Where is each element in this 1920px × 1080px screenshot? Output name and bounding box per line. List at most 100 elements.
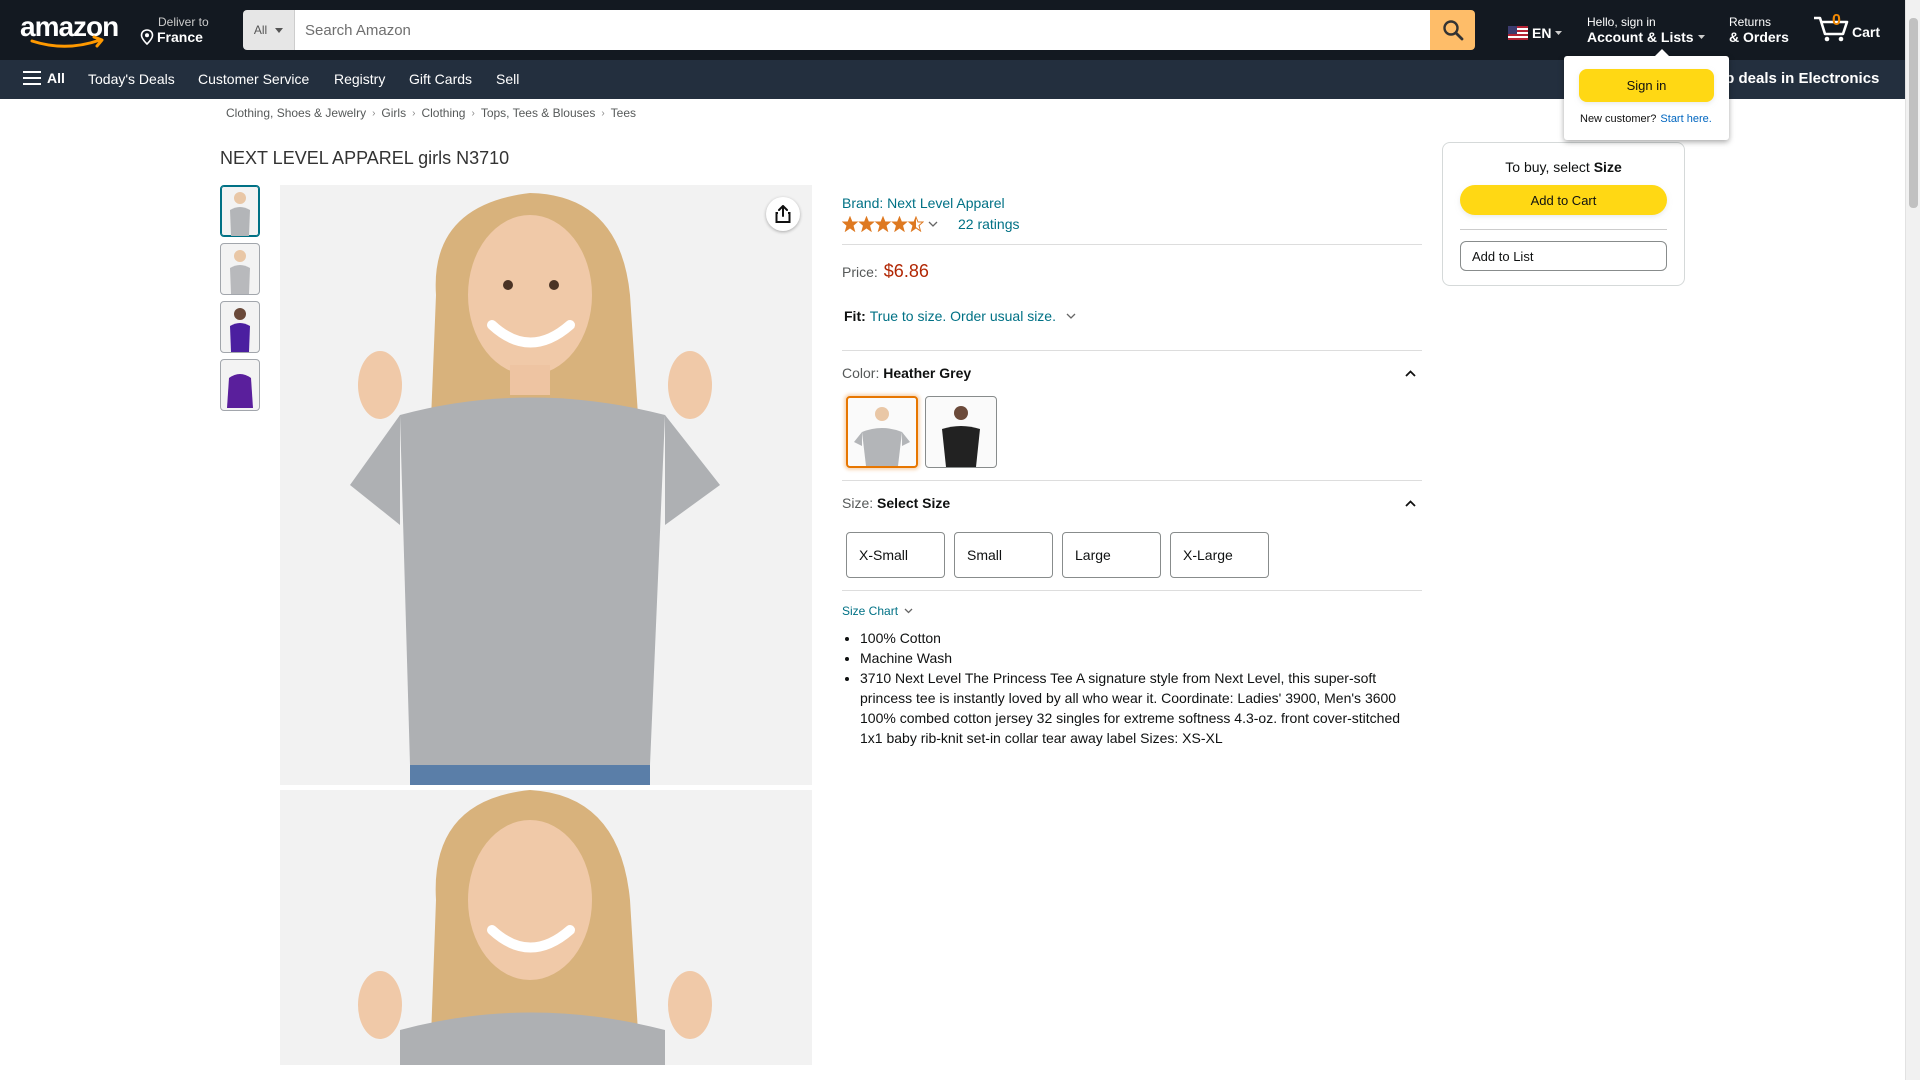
location-pin-icon — [140, 29, 154, 45]
image-thumbnails — [220, 185, 260, 417]
all-menu-button[interactable]: All — [23, 70, 65, 86]
feature-bullet: 100% Cotton — [860, 628, 1422, 648]
chevron-up-icon — [1405, 499, 1416, 507]
main-product-image[interactable] — [280, 185, 812, 785]
cart-count: 0 — [1832, 12, 1841, 29]
product-thumbnail[interactable] — [220, 243, 260, 295]
product-title: NEXT LEVEL APPAREL girls N3710 — [220, 148, 510, 168]
feature-bullet: 3710 Next Level The Princess Tee A signa… — [860, 668, 1422, 748]
sign-in-button[interactable]: Sign in — [1579, 69, 1714, 102]
language-label: EN — [1532, 25, 1552, 41]
nav-sell[interactable]: Sell — [496, 71, 519, 87]
breadcrumb-item[interactable]: Girls — [381, 106, 406, 120]
breadcrumb-item[interactable]: Tees — [611, 106, 636, 120]
color-swatch-black[interactable] — [925, 396, 997, 468]
language-selector[interactable]: EN — [1508, 25, 1563, 41]
brand-link[interactable]: Brand: Next Level Apparel — [842, 195, 1422, 211]
ratings-count-link[interactable]: 22 ratings — [958, 216, 1019, 232]
new-customer-text: New customer? Start here. — [1580, 113, 1712, 125]
caret-down-icon — [1697, 35, 1705, 39]
divider — [842, 590, 1422, 591]
top-header: amazon Deliver to France All Search Amaz… — [0, 0, 1905, 60]
breadcrumb-item[interactable]: Tops, Tees & Blouses — [481, 106, 596, 120]
caret-down-icon — [1555, 31, 1563, 35]
returns-and-orders[interactable]: Returns & Orders — [1729, 15, 1789, 45]
size-chart-label: Size Chart — [842, 604, 899, 618]
search-category-label: All — [253, 23, 268, 37]
feature-bullet: Machine Wash — [860, 648, 1422, 668]
size-section-header[interactable]: Size: Select Size — [842, 495, 1422, 511]
buy-box-prompt: To buy, select Size — [1443, 159, 1684, 175]
divider — [842, 350, 1422, 351]
size-option-small[interactable]: Small — [954, 532, 1053, 578]
fit-value: True to size. Order usual size. — [869, 308, 1056, 324]
scrollbar-thumb[interactable] — [1909, 18, 1918, 208]
cart-icon — [1814, 16, 1849, 42]
new-customer-label: New customer? — [1580, 113, 1657, 125]
size-label: Size: — [842, 495, 874, 511]
product-thumbnail[interactable] — [220, 301, 260, 353]
share-icon — [775, 205, 791, 223]
nav-promo-electronics[interactable]: op deals in Electronics — [1716, 70, 1879, 87]
size-option-x-large[interactable]: X-Large — [1170, 532, 1269, 578]
deliver-country: France — [157, 29, 203, 45]
buy-box-prompt-size: Size — [1593, 159, 1622, 175]
chevron-down-icon — [1066, 313, 1076, 319]
share-button[interactable] — [766, 197, 800, 231]
svg-text:amazon: amazon — [20, 12, 118, 42]
all-menu-label: All — [47, 70, 65, 86]
color-swatches — [846, 396, 1422, 468]
size-option-x-small[interactable]: X-Small — [846, 532, 945, 578]
page-scrollbar[interactable] — [1905, 0, 1920, 1080]
nav-registry[interactable]: Registry — [334, 71, 385, 87]
breadcrumb-separator-icon: › — [412, 107, 416, 119]
breadcrumb: Clothing, Shoes & Jewelry › Girls › Clot… — [226, 106, 636, 120]
size-option-large[interactable]: Large — [1062, 532, 1161, 578]
color-value: Heather Grey — [883, 365, 972, 381]
chevron-up-icon — [1405, 369, 1416, 377]
add-to-cart-button[interactable]: Add to Cart — [1460, 185, 1667, 215]
product-thumbnail[interactable] — [220, 185, 260, 237]
breadcrumb-separator-icon: › — [601, 107, 605, 119]
account-label: Account & Lists — [1587, 29, 1694, 45]
nav-customer-service[interactable]: Customer Service — [198, 71, 309, 87]
color-swatch-heather-grey[interactable] — [846, 396, 918, 468]
amazon-logo[interactable]: amazon — [18, 11, 122, 48]
breadcrumb-item[interactable]: Clothing — [421, 106, 465, 120]
returns-label: Returns — [1729, 15, 1772, 29]
cart-label: Cart — [1852, 24, 1881, 40]
hamburger-menu-icon — [23, 71, 41, 85]
start-here-link[interactable]: Start here. — [1660, 113, 1711, 125]
divider — [842, 480, 1422, 481]
star-rating[interactable] — [842, 216, 938, 232]
price-label: Price: — [842, 264, 878, 280]
add-to-list-button[interactable]: Add to List — [1460, 241, 1667, 271]
search-bar: All — [243, 10, 1475, 50]
search-submit-button[interactable] — [1430, 10, 1475, 50]
breadcrumb-item[interactable]: Clothing, Shoes & Jewelry — [226, 106, 366, 120]
us-flag-icon — [1508, 26, 1528, 40]
search-icon — [1442, 20, 1463, 41]
nav-todays-deals[interactable]: Today's Deals — [88, 71, 175, 87]
cart-button[interactable]: 0 Cart — [1812, 12, 1880, 42]
fit-info[interactable]: Fit: True to size. Order usual size. — [844, 308, 1422, 324]
deliver-label: Deliver to — [158, 15, 209, 29]
feature-bullets: 100% Cotton Machine Wash 3710 Next Level… — [860, 628, 1422, 748]
chevron-down-icon — [928, 221, 938, 227]
color-label: Color: — [842, 365, 880, 381]
size-value: Select Size — [877, 495, 951, 511]
search-input[interactable] — [295, 10, 1430, 50]
account-and-lists[interactable]: Hello, sign in Account & Lists — [1587, 15, 1705, 45]
search-category-dropdown[interactable]: All — [243, 10, 295, 50]
product-thumbnail[interactable] — [220, 359, 260, 411]
breadcrumb-separator-icon: › — [372, 107, 376, 119]
secondary-product-image[interactable] — [280, 790, 812, 1065]
size-options: X-Small Small Large X-Large — [846, 532, 1422, 578]
flyout-arrow — [1654, 49, 1670, 57]
nav-gift-cards[interactable]: Gift Cards — [409, 71, 472, 87]
fit-label: Fit: — [844, 308, 866, 324]
deliver-to[interactable]: Deliver to France — [140, 15, 209, 45]
sign-in-flyout: Sign in New customer? Start here. — [1564, 49, 1729, 140]
size-chart-link[interactable]: Size Chart — [842, 604, 1422, 618]
color-section-header[interactable]: Color: Heather Grey — [842, 365, 1422, 381]
